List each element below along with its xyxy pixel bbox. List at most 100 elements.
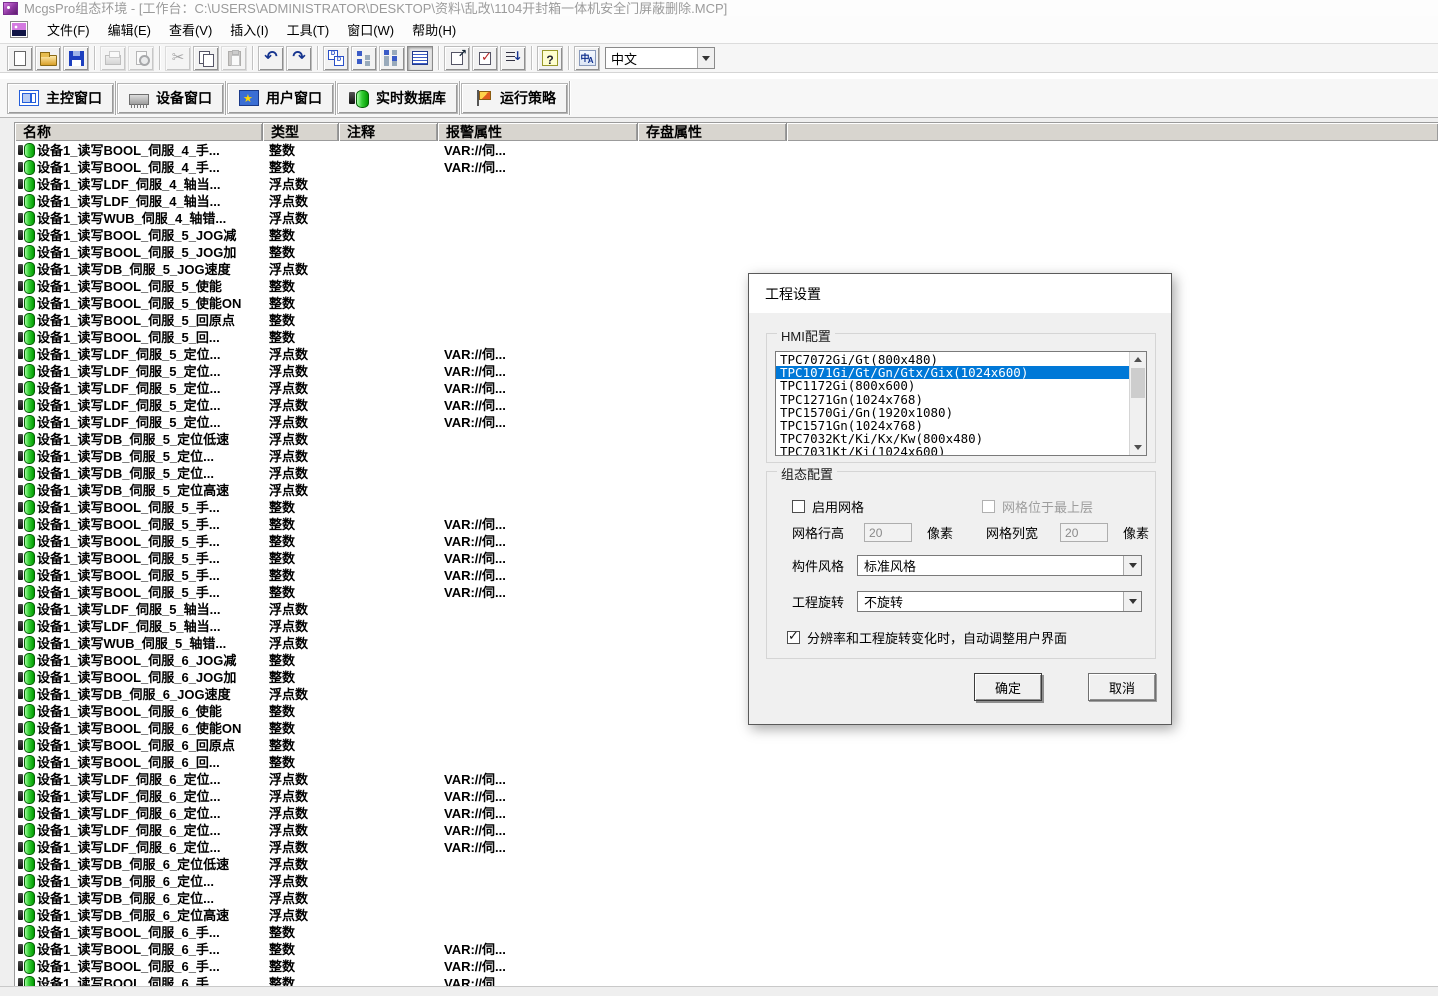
table-row[interactable]: 设备1_读写BOOL_伺服_6_手...整数 — [15, 923, 1438, 940]
hmi-model-listbox[interactable]: TPC7072Gi/Gt(800x480)TPC1071Gi/Gt/Gn/Gtx… — [775, 351, 1147, 456]
table-row[interactable]: 设备1_读写WUB_伺服_4_轴错...浮点数 — [15, 209, 1438, 226]
tree-view-button[interactable] — [351, 46, 377, 71]
copy-button[interactable] — [193, 46, 219, 71]
table-row[interactable]: 设备1_读写BOOL_伺服_5_手...整数VAR://伺... — [15, 532, 1438, 549]
table-row[interactable]: 设备1_读写BOOL_伺服_5_使能整数 — [15, 277, 1438, 294]
menu-item-4[interactable]: 工具(T) — [278, 17, 339, 42]
table-row[interactable]: 设备1_读写BOOL_伺服_6_回...整数 — [15, 753, 1438, 770]
table-row[interactable]: 设备1_读写BOOL_伺服_5_JOG减整数 — [15, 226, 1438, 243]
syntax-check-button[interactable] — [472, 46, 498, 71]
scroll-down-icon[interactable] — [1130, 440, 1146, 455]
language-button[interactable] — [574, 46, 600, 71]
table-row[interactable]: 设备1_读写LDF_伺服_6_定位...浮点数VAR://伺... — [15, 770, 1438, 787]
undo-button[interactable] — [258, 46, 284, 71]
table-row[interactable]: 设备1_读写DB_伺服_5_定位低速浮点数 — [15, 430, 1438, 447]
menu-item-2[interactable]: 查看(V) — [160, 17, 221, 42]
table-row[interactable]: 设备1_读写BOOL_伺服_6_使能ON整数 — [15, 719, 1438, 736]
properties-button[interactable] — [444, 46, 470, 71]
language-dropdown[interactable]: 中文 — [605, 47, 715, 69]
column-header-type[interactable]: 类型 — [263, 123, 339, 141]
menu-item-1[interactable]: 编辑(E) — [99, 17, 160, 42]
ok-button[interactable]: 确定 — [974, 673, 1042, 701]
data-object-button[interactable] — [323, 46, 349, 71]
table-row[interactable]: 设备1_读写BOOL_伺服_4_手...整数VAR://伺... — [15, 158, 1438, 175]
tab-main[interactable]: 主控窗口 — [7, 83, 114, 114]
table-row[interactable]: 设备1_读写BOOL_伺服_5_手...整数VAR://伺... — [15, 515, 1438, 532]
table-row[interactable]: 设备1_读写BOOL_伺服_6_手...整数VAR://伺... — [15, 974, 1438, 986]
menu-item-3[interactable]: 插入(I) — [221, 17, 277, 42]
table-row[interactable]: 设备1_读写LDF_伺服_6_定位...浮点数VAR://伺... — [15, 804, 1438, 821]
enable-grid-checkbox[interactable] — [792, 500, 805, 513]
hmi-option[interactable]: TPC1172Gi(800x600) — [776, 379, 1129, 392]
table-row[interactable]: 设备1_读写BOOL_伺服_6_使能整数 — [15, 702, 1438, 719]
table-row[interactable]: 设备1_读写BOOL_伺服_6_手...整数VAR://伺... — [15, 940, 1438, 957]
column-header-comment[interactable]: 注释 — [339, 123, 438, 141]
scroll-up-icon[interactable] — [1130, 352, 1146, 367]
table-row[interactable]: 设备1_读写DB_伺服_5_定位...浮点数 — [15, 464, 1438, 481]
table-row[interactable]: 设备1_读写DB_伺服_5_定位...浮点数 — [15, 447, 1438, 464]
menu-item-6[interactable]: 帮助(H) — [403, 17, 465, 42]
table-row[interactable]: 设备1_读写BOOL_伺服_5_手...整数VAR://伺... — [15, 566, 1438, 583]
auto-adjust-checkbox[interactable] — [787, 631, 800, 644]
table-row[interactable]: 设备1_读写DB_伺服_6_定位低速浮点数 — [15, 855, 1438, 872]
table-row[interactable]: 设备1_读写BOOL_伺服_5_手...整数VAR://伺... — [15, 549, 1438, 566]
table-row[interactable]: 设备1_读写BOOL_伺服_6_JOG加整数 — [15, 668, 1438, 685]
chevron-down-icon[interactable] — [1123, 592, 1141, 611]
table-row[interactable]: 设备1_读写BOOL_伺服_5_使能ON整数 — [15, 294, 1438, 311]
table-row[interactable]: 设备1_读写DB_伺服_6_定位...浮点数 — [15, 872, 1438, 889]
listbox-scrollbar[interactable] — [1129, 352, 1146, 455]
table-row[interactable]: 设备1_读写LDF_伺服_5_定位...浮点数VAR://伺... — [15, 379, 1438, 396]
hmi-option[interactable]: TPC1271Gn(1024x768) — [776, 393, 1129, 406]
save-button[interactable] — [63, 46, 89, 71]
help-button[interactable] — [537, 46, 563, 71]
table-row[interactable]: 设备1_读写BOOL_伺服_6_手...整数VAR://伺... — [15, 957, 1438, 974]
tab-rtdb[interactable]: 实时数据库 — [337, 83, 458, 114]
menu-item-0[interactable]: 文件(F) — [38, 17, 99, 42]
grid-row-height-input[interactable] — [864, 523, 912, 542]
menu-item-5[interactable]: 窗口(W) — [338, 17, 403, 42]
hmi-option[interactable]: TPC7031Kt/Ki(1024x600) — [776, 445, 1129, 455]
open-button[interactable] — [35, 46, 61, 71]
column-header-alarm[interactable]: 报警属性 — [438, 123, 638, 141]
table-row[interactable]: 设备1_读写LDF_伺服_5_定位...浮点数VAR://伺... — [15, 396, 1438, 413]
table-row[interactable]: 设备1_读写BOOL_伺服_6_JOG减整数 — [15, 651, 1438, 668]
table-row[interactable]: 设备1_读写BOOL_伺服_5_手...整数 — [15, 498, 1438, 515]
table-row[interactable]: 设备1_读写BOOL_伺服_5_手...整数VAR://伺... — [15, 583, 1438, 600]
table-row[interactable]: 设备1_读写WUB_伺服_5_轴错...浮点数 — [15, 634, 1438, 651]
redo-button[interactable] — [286, 46, 312, 71]
hmi-option[interactable]: TPC1570Gi/Gn(1920x1080) — [776, 406, 1129, 419]
column-header-storage[interactable]: 存盘属性 — [638, 123, 787, 141]
table-row[interactable]: 设备1_读写BOOL_伺服_5_回...整数 — [15, 328, 1438, 345]
table-row[interactable]: 设备1_读写LDF_伺服_5_轴当...浮点数 — [15, 600, 1438, 617]
chevron-down-icon[interactable] — [697, 48, 714, 68]
table-row[interactable]: 设备1_读写LDF_伺服_5_定位...浮点数VAR://伺... — [15, 345, 1438, 362]
table-row[interactable]: 设备1_读写BOOL_伺服_5_回原点整数 — [15, 311, 1438, 328]
chevron-down-icon[interactable] — [1123, 556, 1141, 575]
table-row[interactable]: 设备1_读写LDF_伺服_4_轴当...浮点数 — [15, 192, 1438, 209]
table-row[interactable]: 设备1_读写LDF_伺服_5_定位...浮点数VAR://伺... — [15, 362, 1438, 379]
table-row[interactable]: 设备1_读写BOOL_伺服_6_回原点整数 — [15, 736, 1438, 753]
table-view-button[interactable] — [407, 46, 433, 71]
new-button[interactable] — [7, 46, 33, 71]
tab-strategy[interactable]: 运行策略 — [461, 83, 568, 114]
table-row[interactable]: 设备1_读写LDF_伺服_5_定位...浮点数VAR://伺... — [15, 413, 1438, 430]
component-style-dropdown[interactable]: 标准风格 — [857, 555, 1142, 576]
cancel-button[interactable]: 取消 — [1088, 673, 1156, 701]
sort-button[interactable] — [500, 46, 526, 71]
table-row[interactable]: 设备1_读写BOOL_伺服_4_手...整数VAR://伺... — [15, 141, 1438, 158]
table-row[interactable]: 设备1_读写DB_伺服_5_JOG速度浮点数 — [15, 260, 1438, 277]
table-row[interactable]: 设备1_读写LDF_伺服_5_轴当...浮点数 — [15, 617, 1438, 634]
table-row[interactable]: 设备1_读写DB_伺服_6_JOG速度浮点数 — [15, 685, 1438, 702]
tab-user[interactable]: 用户窗口 — [227, 83, 334, 114]
table-row[interactable]: 设备1_读写DB_伺服_6_定位高速浮点数 — [15, 906, 1438, 923]
table-row[interactable]: 设备1_读写LDF_伺服_4_轴当...浮点数 — [15, 175, 1438, 192]
table-row[interactable]: 设备1_读写BOOL_伺服_5_JOG加整数 — [15, 243, 1438, 260]
column-header-name[interactable]: 名称 — [15, 123, 263, 141]
table-row[interactable]: 设备1_读写LDF_伺服_6_定位...浮点数VAR://伺... — [15, 787, 1438, 804]
grid-col-width-input[interactable] — [1060, 523, 1108, 542]
rotation-dropdown[interactable]: 不旋转 — [857, 591, 1142, 612]
table-row[interactable]: 设备1_读写LDF_伺服_6_定位...浮点数VAR://伺... — [15, 838, 1438, 855]
table-row[interactable]: 设备1_读写DB_伺服_5_定位高速浮点数 — [15, 481, 1438, 498]
table-row[interactable]: 设备1_读写DB_伺服_6_定位...浮点数 — [15, 889, 1438, 906]
detail-view-button[interactable] — [379, 46, 405, 71]
